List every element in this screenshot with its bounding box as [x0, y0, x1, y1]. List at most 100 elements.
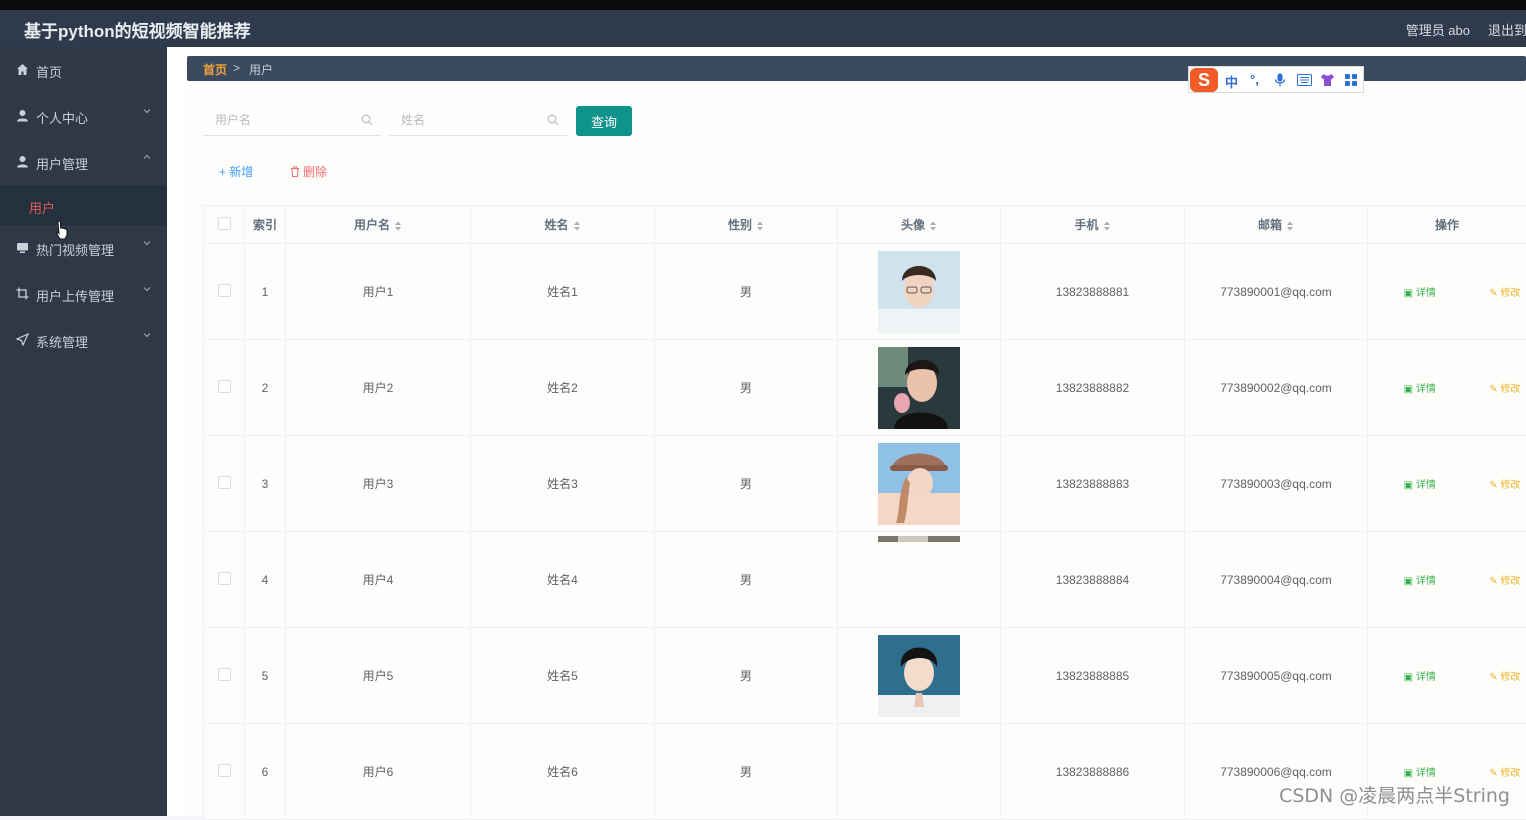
window-top-bar [0, 0, 1526, 10]
row-checkbox[interactable] [218, 572, 231, 585]
user-icon [16, 155, 29, 168]
column-header-phone[interactable]: 手机 [1001, 206, 1185, 244]
sidebar-item-hot-videos[interactable]: 热门视频管理 [0, 225, 167, 271]
cell-index: 4 [245, 532, 286, 628]
avatar-image[interactable] [878, 635, 960, 717]
app-title: 基于python的短视频智能推荐 [24, 17, 251, 42]
chevron-down-icon [143, 107, 151, 115]
sort-icon[interactable] [756, 221, 764, 231]
name-search-input[interactable] [389, 106, 541, 134]
sidebar-item-label: 用户上传管理 [36, 286, 114, 305]
column-header-avatar[interactable]: 头像 [838, 206, 1001, 244]
sidebar-item-label: 首页 [36, 62, 62, 81]
cell-index: 1 [245, 244, 286, 340]
avatar-image[interactable] [878, 443, 960, 525]
detail-button[interactable]: ▣ 详情 [1404, 672, 1436, 683]
monitor-icon [16, 241, 29, 254]
detail-button[interactable]: ▣ 详情 [1404, 480, 1436, 491]
column-header-name[interactable]: 姓名 [471, 206, 655, 244]
cell-phone: 13823888881 [1001, 244, 1185, 340]
edit-button[interactable]: ✎ 修改 [1489, 384, 1520, 395]
name-search-field[interactable] [389, 106, 567, 136]
cell-gender: 男 [655, 532, 838, 628]
sidebar-item-personal-center[interactable]: 个人中心 [0, 93, 167, 139]
cell-email: 773890003@qq.com [1185, 436, 1368, 532]
cell-username: 用户3 [286, 436, 471, 532]
avatar-image-partial[interactable] [878, 536, 960, 542]
column-header-username[interactable]: 用户名 [286, 206, 471, 244]
sidebar-item-label: 个人中心 [36, 108, 88, 127]
row-checkbox[interactable] [218, 380, 231, 393]
select-all-checkbox[interactable] [218, 217, 231, 230]
cell-phone: 13823888883 [1001, 436, 1185, 532]
detail-label: 详情 [1416, 480, 1436, 491]
row-checkbox[interactable] [218, 764, 231, 777]
edit-button[interactable]: ✎ 修改 [1489, 288, 1520, 299]
cell-name: 姓名6 [471, 724, 655, 820]
ime-toolbar[interactable]: S 中 °, [1188, 66, 1364, 93]
username-search-input[interactable] [203, 106, 355, 134]
select-all-cell[interactable] [204, 206, 245, 244]
edit-button[interactable]: ✎ 修改 [1489, 768, 1520, 779]
sort-icon[interactable] [929, 221, 937, 231]
delete-button[interactable]: 删除 [290, 163, 327, 180]
cell-email: 773890001@qq.com [1185, 244, 1368, 340]
column-header-email[interactable]: 邮箱 [1185, 206, 1368, 244]
cell-username: 用户1 [286, 244, 471, 340]
sidebar-item-user-uploads[interactable]: 用户上传管理 [0, 271, 167, 317]
sort-icon[interactable] [394, 221, 402, 231]
query-button[interactable]: 查询 [576, 106, 632, 136]
ime-language-toggle[interactable]: 中 [1225, 72, 1238, 91]
detail-button[interactable]: ▣ 详情 [1404, 288, 1436, 299]
user-icon [16, 109, 29, 122]
detail-button[interactable]: ▣ 详情 [1404, 768, 1436, 779]
add-button[interactable]: + 新增 [219, 163, 253, 180]
sidebar-item-label: 用户管理 [36, 154, 88, 173]
send-icon [16, 333, 29, 346]
ime-punctuation-toggle[interactable]: °, [1250, 72, 1259, 87]
logout-link[interactable]: 退出到 [1488, 20, 1526, 39]
detail-label: 详情 [1416, 384, 1436, 395]
sidebar-item-users[interactable]: 用户 [0, 185, 167, 225]
detail-button[interactable]: ▣ 详情 [1404, 384, 1436, 395]
sidebar-item-label: 系统管理 [36, 332, 88, 351]
cell-name: 姓名2 [471, 340, 655, 436]
csdn-watermark: CSDN @凌晨两点半String [1279, 781, 1510, 808]
sidebar-item-home[interactable]: 首页 [0, 47, 167, 93]
edit-button[interactable]: ✎ 修改 [1489, 576, 1520, 587]
cell-actions: ▣ 详情 ✎ 修改 [1368, 340, 1526, 436]
skin-shirt-icon[interactable] [1320, 73, 1335, 87]
avatar-image[interactable] [878, 347, 960, 429]
apps-grid-icon[interactable] [1344, 73, 1358, 87]
crop-icon [16, 287, 29, 300]
breadcrumb-home[interactable]: 首页 [203, 61, 227, 78]
edit-label: 修改 [1500, 480, 1520, 491]
microphone-icon[interactable] [1274, 73, 1286, 87]
admin-user-label[interactable]: 管理员 abo [1406, 20, 1470, 39]
column-header-label: 头像 [901, 218, 925, 232]
row-checkbox[interactable] [218, 284, 231, 297]
sort-icon[interactable] [1103, 221, 1111, 231]
edit-label: 修改 [1500, 768, 1520, 779]
sidebar-item-system[interactable]: 系统管理 [0, 317, 167, 363]
edit-button[interactable]: ✎ 修改 [1489, 672, 1520, 683]
column-header-gender[interactable]: 性别 [655, 206, 838, 244]
sidebar-item-user-management[interactable]: 用户管理 [0, 139, 167, 185]
sort-icon[interactable] [573, 221, 581, 231]
table-row: 5 用户5 姓名5 男 13823888885 773890005@qq.com… [204, 628, 1526, 724]
avatar-image[interactable] [878, 251, 960, 333]
keyboard-icon[interactable] [1297, 74, 1312, 86]
edit-button[interactable]: ✎ 修改 [1489, 480, 1520, 491]
detail-button[interactable]: ▣ 详情 [1404, 576, 1436, 587]
row-checkbox[interactable] [218, 476, 231, 489]
row-checkbox[interactable] [218, 668, 231, 681]
edit-label: 修改 [1500, 576, 1520, 587]
detail-label: 详情 [1416, 288, 1436, 299]
cell-avatar [838, 532, 1001, 628]
detail-label: 详情 [1416, 672, 1436, 683]
sidebar: 首页 个人中心 用户管理 用户 热门视频管理 用户上传管理 系统管理 [0, 47, 167, 816]
cell-phone: 13823888884 [1001, 532, 1185, 628]
username-search-field[interactable] [203, 106, 381, 136]
column-header-index: 索引 [245, 206, 286, 244]
sort-icon[interactable] [1286, 221, 1294, 231]
